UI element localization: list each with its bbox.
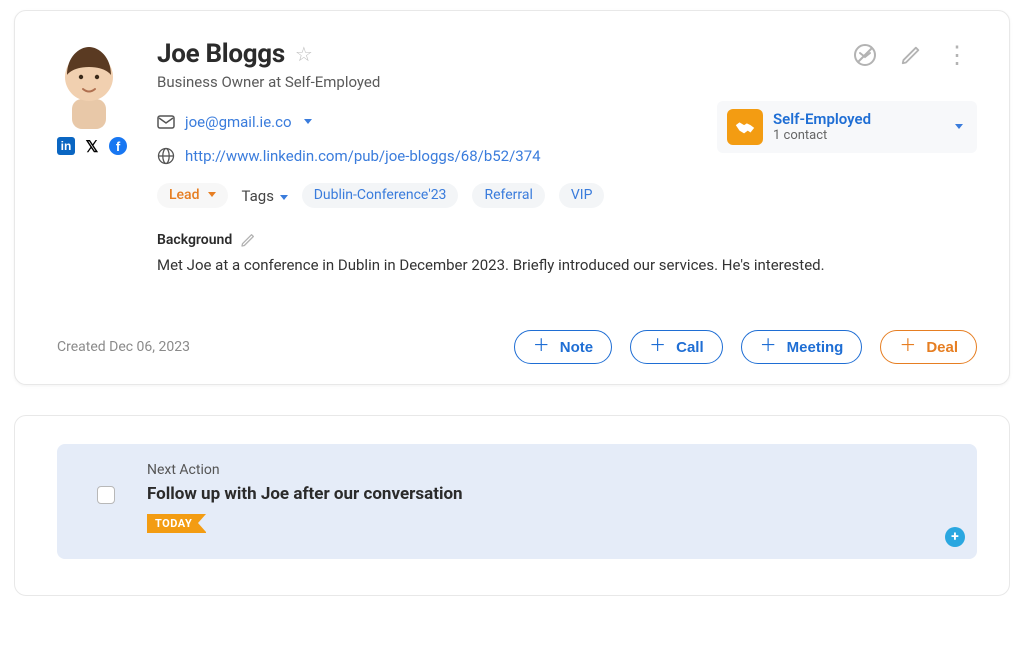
edit-background-icon[interactable]	[240, 232, 256, 248]
add-meeting-button[interactable]: ＋Meeting	[741, 330, 863, 364]
x-twitter-icon[interactable]: 𝕏	[83, 137, 101, 155]
due-badge: TODAY	[147, 514, 206, 533]
company-dropdown-icon[interactable]	[955, 124, 963, 129]
no-email-icon[interactable]	[851, 41, 879, 69]
company-name: Self-Employed	[773, 110, 871, 129]
tag-pill[interactable]: Dublin-Conference'23	[302, 183, 459, 208]
edit-icon[interactable]	[897, 41, 925, 69]
status-pill[interactable]: Lead	[157, 183, 228, 208]
add-note-button[interactable]: ＋Note	[514, 330, 612, 364]
email-dropdown-icon[interactable]	[304, 119, 312, 124]
contact-avatar[interactable]	[57, 39, 121, 129]
company-contact-count: 1 contact	[773, 128, 871, 144]
add-call-button[interactable]: ＋Call	[630, 330, 723, 364]
svg-text:f: f	[116, 139, 121, 154]
status-label: Lead	[169, 187, 200, 203]
tag-pill[interactable]: VIP	[559, 183, 605, 208]
facebook-icon[interactable]: f	[109, 137, 127, 155]
email-link[interactable]: joe@gmail.ie.co	[185, 113, 292, 131]
globe-icon	[157, 147, 175, 165]
add-action-button[interactable]: +	[945, 527, 965, 547]
favorite-star-icon[interactable]: ☆	[295, 42, 313, 66]
created-date: Created Dec 06, 2023	[57, 339, 190, 355]
more-menu-icon[interactable]: ⋮	[943, 41, 971, 69]
next-action-card: Next Action Follow up with Joe after our…	[14, 415, 1010, 596]
tags-dropdown-icon	[280, 195, 288, 200]
status-dropdown-icon	[208, 192, 216, 197]
handshake-icon	[727, 109, 763, 145]
add-deal-button[interactable]: ＋Deal	[880, 330, 977, 364]
next-action-panel: Next Action Follow up with Joe after our…	[57, 444, 977, 559]
avatar-column: in 𝕏 f	[57, 39, 157, 274]
website-link[interactable]: http://www.linkedin.com/pub/joe-bloggs/6…	[185, 147, 541, 165]
contact-card: ⋮ in 𝕏 f	[14, 10, 1010, 385]
task-checkbox[interactable]	[97, 486, 115, 504]
next-action-heading: Next Action	[147, 462, 957, 478]
company-chip[interactable]: Self-Employed 1 contact	[717, 101, 977, 153]
social-links: in 𝕏 f	[57, 137, 157, 155]
mail-icon	[157, 115, 175, 129]
tags-dropdown[interactable]: Tags	[242, 187, 288, 205]
tag-pill[interactable]: Referral	[472, 183, 544, 208]
contact-subtitle: Business Owner at Self-Employed	[157, 73, 977, 91]
background-heading: Background	[157, 232, 232, 248]
contact-name: Joe Bloggs	[157, 39, 285, 69]
linkedin-icon[interactable]: in	[57, 137, 75, 155]
next-action-task[interactable]: Follow up with Joe after our conversatio…	[147, 484, 463, 504]
tags-line: Lead Tags Dublin-Conference'23 Referral …	[157, 183, 977, 208]
background-text: Met Joe at a conference in Dublin in Dec…	[157, 256, 977, 274]
